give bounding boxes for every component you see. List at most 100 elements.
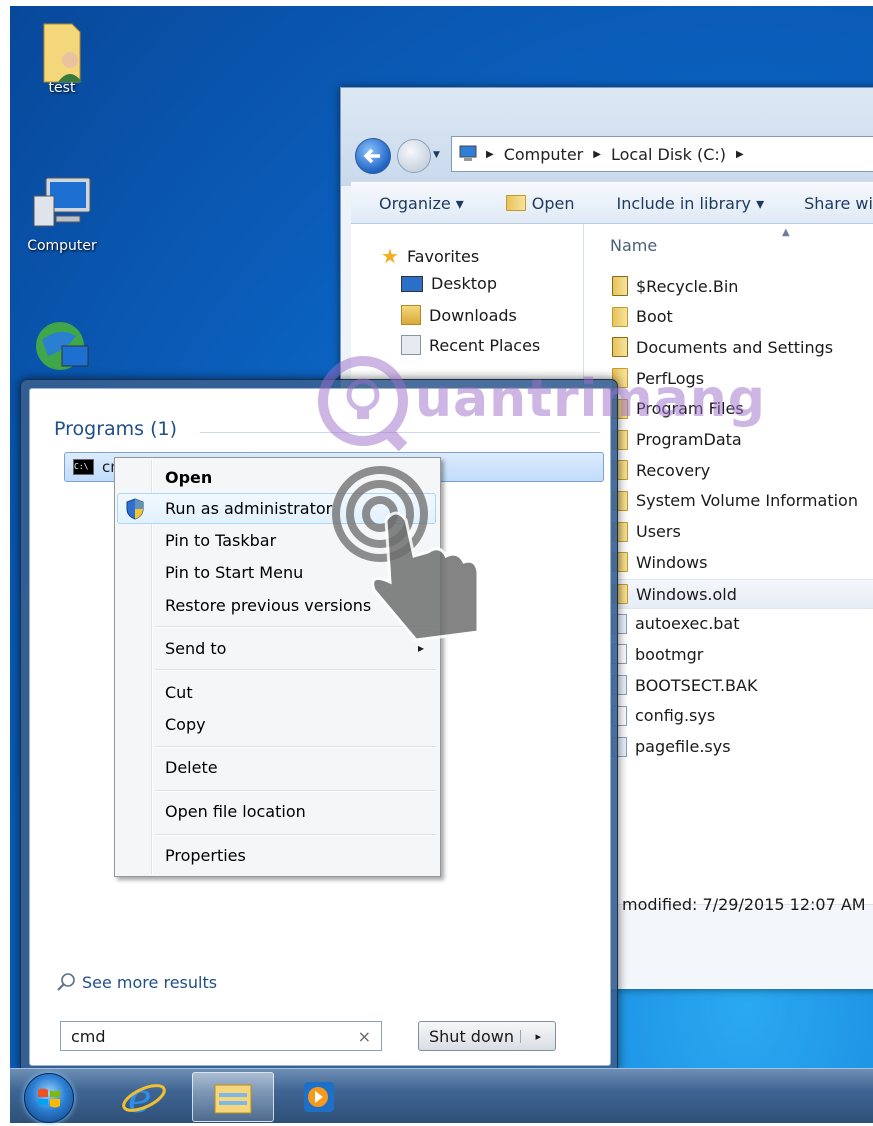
include-in-library-button[interactable]: Include in library ▾	[617, 194, 765, 213]
breadcrumb-separator-icon: ▶	[486, 148, 494, 160]
file-row[interactable]: $Recycle.Bin	[612, 272, 738, 300]
file-name: System Volume Information	[636, 491, 858, 511]
windows-logo-icon	[38, 1088, 60, 1108]
file-row[interactable]: BOOTSECT.BAK	[612, 671, 757, 699]
open-button[interactable]: Open	[505, 193, 575, 213]
desktop: test Computer ▼ ▶ Computer ▶ Local Disk …	[10, 6, 873, 1116]
menu-item-open[interactable]: Open	[165, 468, 212, 487]
file-row[interactable]: Windows.old	[584, 579, 873, 609]
search-icon	[57, 973, 75, 991]
file-row[interactable]: config.sys	[612, 702, 715, 730]
nav-favorites[interactable]: ★ Favorites	[381, 244, 479, 268]
desktop-icon-network[interactable]	[17, 316, 107, 380]
menu-item-open-file-location[interactable]: Open file location	[165, 802, 306, 821]
menu-item-pin-to-start-menu[interactable]: Pin to Start Menu	[165, 563, 303, 582]
uac-shield-icon	[125, 498, 145, 524]
file-name: Users	[636, 522, 681, 542]
shutdown-label: Shut down	[429, 1026, 514, 1046]
shutdown-button[interactable]: Shut down ▸	[418, 1021, 556, 1051]
computer-icon	[32, 174, 92, 234]
breadcrumb-separator-icon[interactable]: ▶	[593, 149, 601, 160]
breadcrumb-separator-icon[interactable]: ▶	[736, 149, 744, 160]
menu-item-copy[interactable]: Copy	[165, 715, 206, 734]
taskbar-internet-explorer[interactable]: e	[116, 1072, 172, 1122]
start-button[interactable]	[24, 1073, 74, 1123]
programs-header: Programs (1)	[54, 418, 178, 440]
share-with-button[interactable]: Share wi	[804, 194, 873, 213]
history-dropdown-icon[interactable]: ▼	[433, 150, 440, 160]
back-button[interactable]	[355, 138, 391, 174]
menu-item-cut[interactable]: Cut	[165, 683, 193, 702]
file-list-pane: Name ▲ $Recycle.Bin Boot Documents and Set…	[584, 224, 873, 904]
file-name: Windows	[636, 552, 708, 572]
folders-icon	[214, 1084, 252, 1114]
breadcrumb-local-disk[interactable]: Local Disk (C:)	[611, 145, 726, 164]
open-folder-icon	[505, 195, 526, 211]
file-row[interactable]: autoexec.bat	[612, 610, 740, 638]
nav-item-label: Downloads	[429, 305, 517, 325]
nav-item-downloads[interactable]: Downloads	[401, 305, 517, 325]
file-row[interactable]: System Volume Information	[612, 487, 858, 515]
see-more-results-link[interactable]: See more results	[56, 972, 217, 992]
start-search-input[interactable]: cmd ×	[60, 1021, 382, 1051]
media-player-icon	[304, 1082, 334, 1112]
desktop-icon-computer[interactable]: Computer	[17, 174, 107, 254]
star-icon: ★	[381, 244, 399, 268]
column-header-name[interactable]: Name	[610, 236, 657, 255]
file-row[interactable]: pagefile.sys	[612, 733, 731, 761]
nav-favorites-label: Favorites	[406, 246, 480, 266]
file-row[interactable]: Users	[612, 518, 681, 546]
desktop-icon-label: Computer	[27, 238, 97, 254]
file-name: config.sys	[635, 706, 716, 726]
taskbar: e	[10, 1068, 873, 1123]
nav-item-desktop[interactable]: Desktop	[401, 274, 497, 293]
file-name: Recovery	[636, 460, 711, 480]
menu-item-delete[interactable]: Delete	[165, 758, 218, 777]
downloads-icon	[401, 305, 421, 325]
open-label: Open	[531, 193, 575, 213]
sort-arrow-icon: ▲	[782, 227, 790, 238]
watermark-text: uantrimang	[415, 369, 766, 429]
svg-text:e: e	[128, 1076, 152, 1120]
shutdown-options-arrow-icon[interactable]: ▸	[520, 1029, 555, 1043]
menu-item-properties[interactable]: Properties	[165, 846, 246, 865]
details-modified: modified: 7/29/2015 12:07 AM	[622, 895, 866, 914]
menu-item-send-to[interactable]: Send to	[165, 639, 226, 658]
search-value: cmd	[71, 1026, 106, 1046]
network-globe-icon	[32, 316, 92, 376]
file-row[interactable]: Windows	[612, 548, 707, 576]
taskbar-windows-explorer[interactable]	[192, 1072, 274, 1122]
cmd-icon: C:\	[73, 459, 94, 475]
organize-button[interactable]: Organize ▾	[379, 194, 464, 213]
clear-search-icon[interactable]: ×	[358, 1027, 371, 1046]
menu-separator	[155, 746, 436, 748]
menu-item-pin-to-taskbar[interactable]: Pin to Taskbar	[165, 531, 276, 550]
folder-icon	[612, 306, 628, 327]
file-name: pagefile.sys	[635, 737, 731, 756]
nav-item-label: Desktop	[431, 274, 497, 293]
hand-pointer-icon	[332, 466, 480, 642]
file-name: Windows.old	[636, 584, 737, 604]
see-more-label: See more results	[82, 972, 218, 992]
desktop-icon-test[interactable]: test	[17, 16, 107, 96]
file-name: $Recycle.Bin	[636, 276, 739, 296]
file-name: Boot	[636, 307, 673, 327]
taskbar-media-player[interactable]	[292, 1072, 348, 1120]
menu-separator	[155, 669, 436, 671]
forward-button[interactable]	[397, 139, 431, 173]
address-row: ▼ ▶ Computer ▶ Local Disk (C:) ▶	[341, 88, 873, 186]
file-row[interactable]: bootmgr	[612, 640, 703, 668]
file-name: autoexec.bat	[635, 614, 740, 634]
menu-separator	[155, 834, 436, 836]
address-bar[interactable]: ▶ Computer ▶ Local Disk (C:) ▶	[451, 136, 873, 172]
file-row[interactable]: Recovery	[612, 456, 710, 484]
desktop-icon	[401, 275, 423, 292]
file-name: BOOTSECT.BAK	[635, 675, 758, 695]
file-row[interactable]: Boot	[612, 303, 673, 331]
details-pane: modified: 7/29/2015 12:07 AM	[584, 895, 873, 989]
breadcrumb-computer[interactable]: Computer	[504, 145, 584, 164]
menu-item-run-as-administrator[interactable]: Run as administrator	[165, 499, 332, 518]
user-folder-icon	[32, 16, 92, 83]
arrow-left-icon	[363, 148, 380, 164]
watermark-bulb-icon	[318, 356, 408, 451]
